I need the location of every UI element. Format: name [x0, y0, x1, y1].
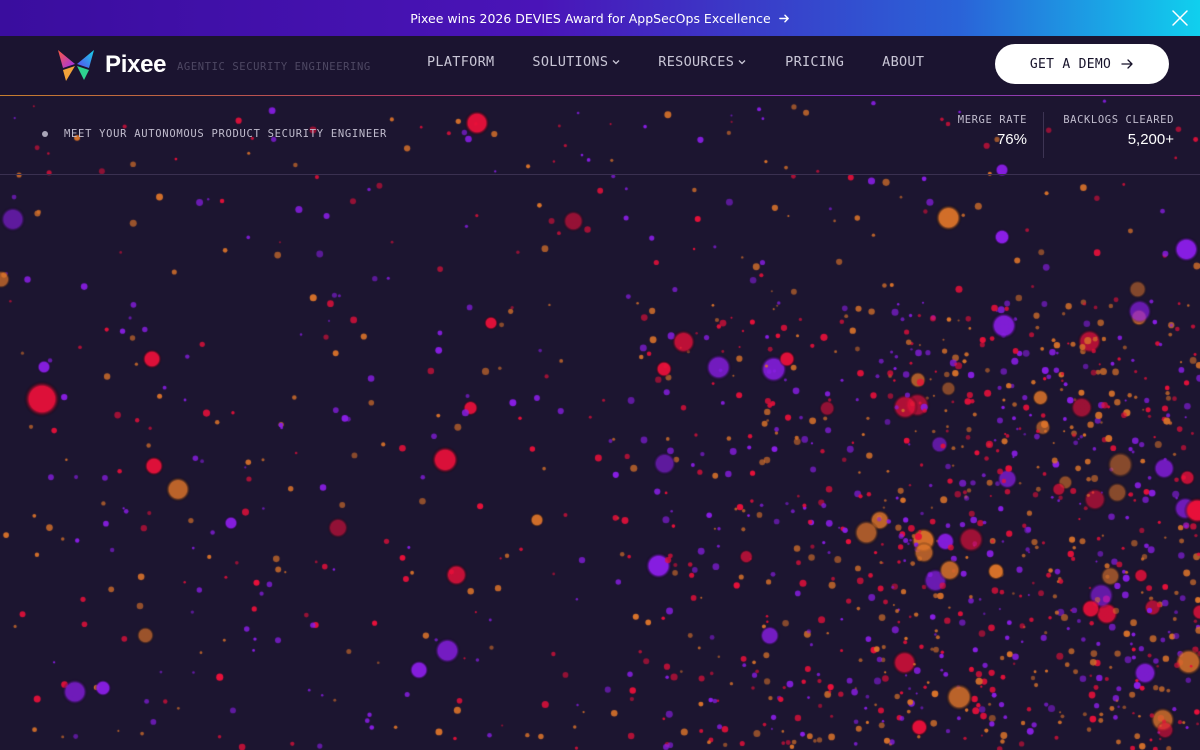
stat-divider [1043, 112, 1044, 158]
announcement-text: Pixee wins 2026 DEVIES Award for AppSecO… [410, 10, 771, 26]
arrow-right-icon [778, 14, 789, 22]
stat-value: 76% [996, 131, 1027, 148]
bullet-dot [42, 131, 48, 137]
nav-item-platform[interactable]: PLATFORM [427, 54, 494, 70]
nav-item-label: PRICING [785, 54, 845, 70]
nav-item-solutions[interactable]: SOLUTIONS [532, 54, 621, 70]
nav-item-label: PLATFORM [427, 54, 495, 70]
announcement-link[interactable]: Pixee wins 2026 DEVIES Award for AppSecO… [410, 11, 789, 26]
eyebrow-text: MEET YOUR AUTONOMOUS PRODUCT SECURITY EN… [64, 128, 387, 140]
nav-item-label: RESOURCES [658, 54, 735, 70]
stat-label: BACKLOGS CLEARED [1063, 114, 1174, 126]
nav-item-about[interactable]: ABOUT [882, 54, 924, 70]
pixee-logo[interactable]: Pixee [56, 48, 167, 82]
announcement-banner: Pixee wins 2026 DEVIES Award for AppSecO… [0, 0, 1200, 36]
brand-tagline: AGENTIC SECURITY ENGINEERING [177, 61, 371, 73]
stat-merge-rate: MERGE RATE 76% [958, 114, 1027, 148]
stat-backlogs-cleared: BACKLOGS CLEARED 5,200+ [1063, 114, 1174, 148]
get-a-demo-button[interactable]: GET A DEMO [995, 44, 1169, 84]
arrow-right-icon [1121, 59, 1133, 69]
brand-name: Pixee [105, 51, 167, 78]
butterfly-logo-icon [58, 50, 94, 81]
nav-item-pricing[interactable]: PRICING [785, 54, 844, 70]
stat-label: MERGE RATE [957, 114, 1027, 126]
nav-item-label: ABOUT [882, 54, 925, 70]
nav-gradient-divider [0, 95, 1200, 96]
main-navigation: Pixee AGENTIC SECURITY ENGINEERING PLATF… [0, 36, 1200, 96]
nav-item-resources[interactable]: RESOURCES [658, 54, 747, 70]
hero-subbar: MEET YOUR AUTONOMOUS PRODUCT SECURITY EN… [0, 96, 1200, 175]
chevron-down-icon [612, 60, 620, 65]
nav-item-label: SOLUTIONS [532, 54, 609, 70]
stat-value: 5,200+ [1127, 131, 1174, 148]
cta-label: GET A DEMO [1029, 56, 1112, 72]
nav-menu: PLATFORM SOLUTIONS RESOURCES PRICING ABO… [427, 54, 924, 70]
close-icon[interactable] [1170, 8, 1190, 28]
chevron-down-icon [738, 60, 746, 65]
hero-eyebrow: MEET YOUR AUTONOMOUS PRODUCT SECURITY EN… [42, 128, 387, 140]
